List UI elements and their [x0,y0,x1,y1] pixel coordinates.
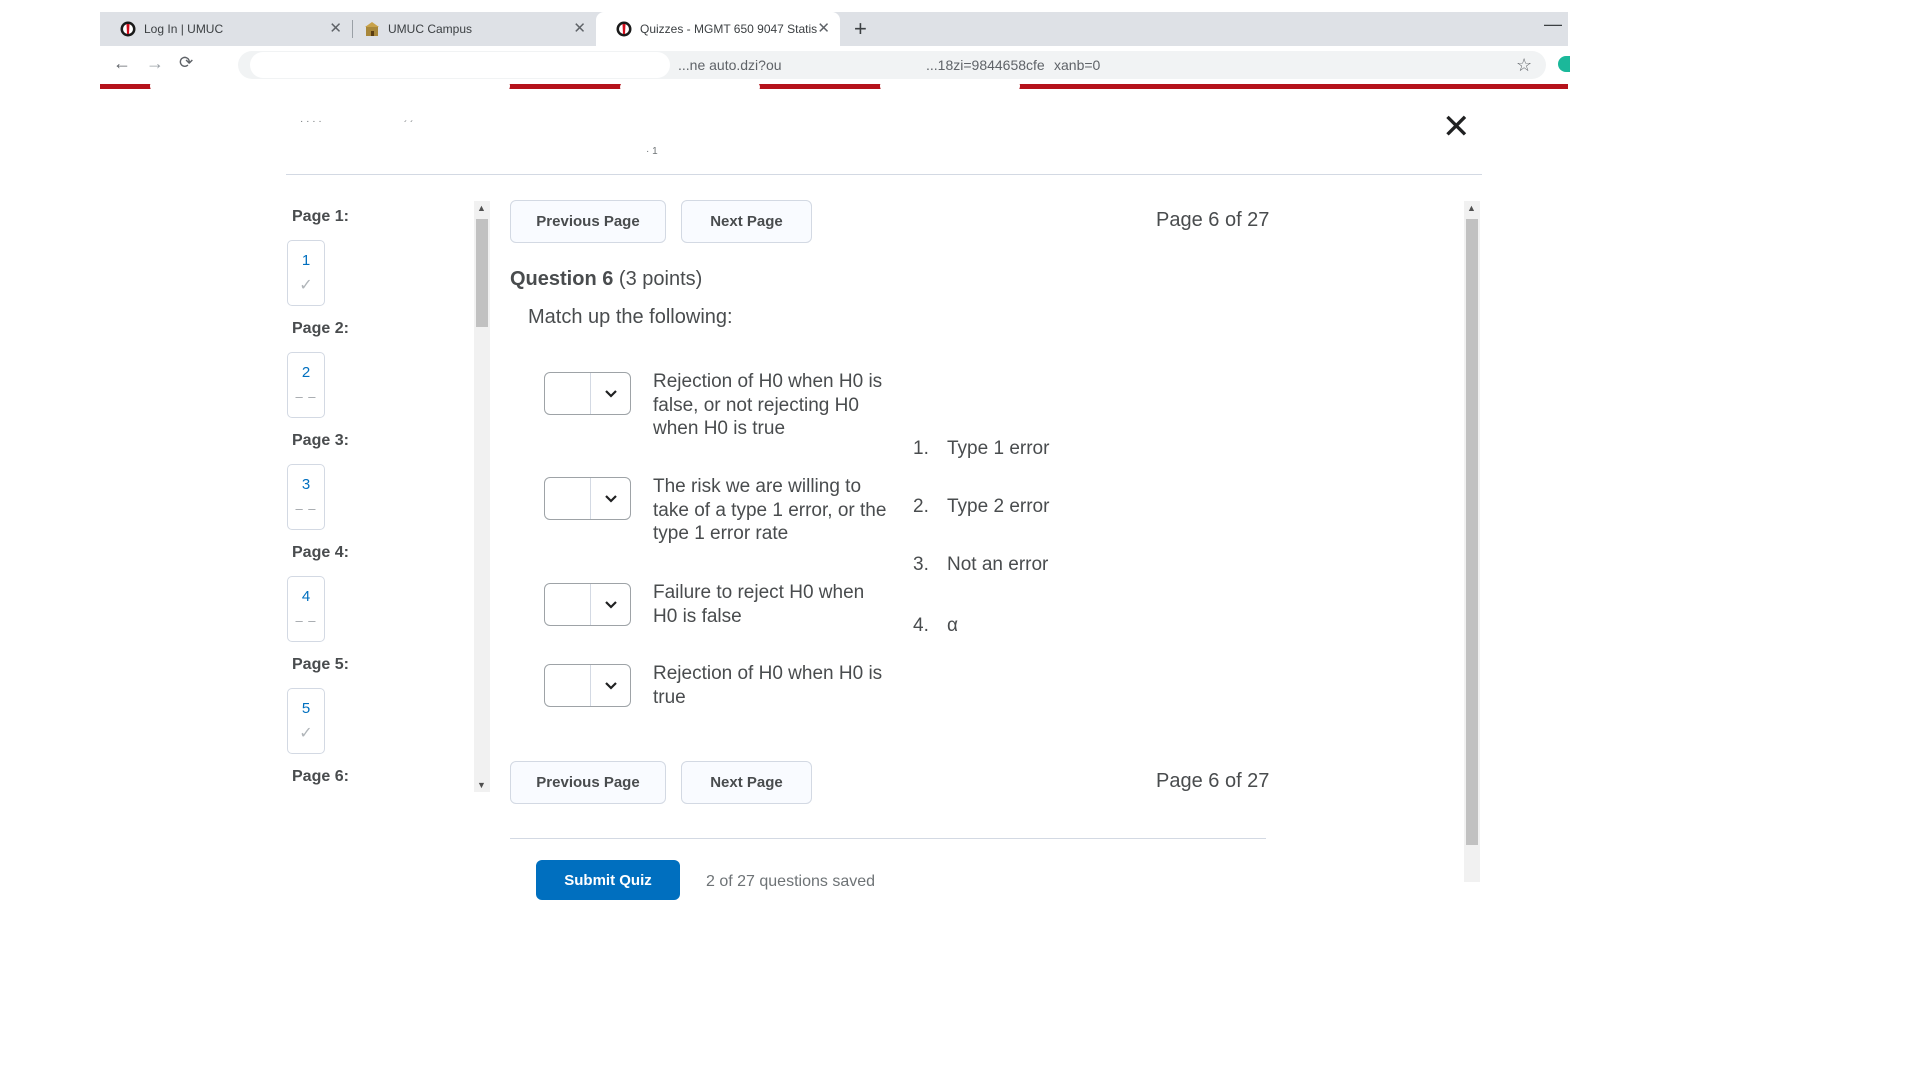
redaction [880,80,1020,92]
new-tab-icon[interactable]: + [854,16,867,42]
previous-page-button[interactable]: Previous Page [510,200,666,243]
page-number: 5 [301,700,311,717]
sidebar-scrollbar[interactable]: ▲ ▼ [474,201,490,792]
choice-item: 3. Not an error [913,554,1048,576]
url-text-end: xanb=0 [1054,57,1101,73]
questions-saved-status: 2 of 27 questions saved [706,873,876,890]
previous-page-button-bottom[interactable]: Previous Page [510,761,666,804]
reload-icon[interactable]: ⟳ [179,53,193,73]
question-prompt: Match up the following: [528,306,733,328]
page-number: 4 [301,588,311,605]
forward-icon[interactable]: → [146,53,164,74]
redaction [620,82,760,92]
tab-title: UMUC Campus [388,22,473,36]
scroll-down-icon[interactable]: ▼ [477,780,486,790]
choice-number: 3. [913,554,929,575]
close-tab-icon[interactable]: ✕ [573,21,586,37]
check-icon: ✓ [299,277,313,294]
url-text: ...ne auto.dzi?ou [678,57,782,73]
chevron-down-icon [590,584,631,625]
tab-campus[interactable]: UMUC Campus ✕ [344,12,596,46]
url-text-mid: ...18zi=9844658cfe [926,57,1045,73]
redaction [250,52,670,78]
sidebar-page-label: Page 5: [292,656,349,673]
question-points: (3 points) [618,268,703,290]
match-dropdown-1[interactable] [544,372,631,415]
tab-title: Log In | UMUC [144,22,224,36]
question-title: Question 6 (3 points) [510,268,702,291]
choice-number: 1. [913,438,929,459]
chevron-down-icon [590,478,631,519]
faded-header-text: ´ ´ [404,120,414,131]
unanswered-dash-icon: – – [295,389,317,404]
back-icon[interactable]: ← [113,53,131,74]
page-number: 2 [301,364,311,381]
faded-header-text: · 1 [646,146,658,157]
choice-number: 2. [913,496,929,517]
redaction [150,80,510,92]
umuc-logo-icon [120,21,136,37]
scroll-up-icon[interactable]: ▲ [1467,203,1476,213]
close-icon[interactable]: ✕ [1442,110,1471,144]
match-statement-1: Rejection of H0 when H0 is false, or not… [653,371,883,439]
match-statement-4: Rejection of H0 when H0 is true [653,663,883,708]
sidebar-page-label: Page 1: [292,208,349,225]
choice-text: α [947,615,958,636]
choice-text: Type 1 error [947,438,1050,459]
close-tab-icon[interactable]: ✕ [817,21,830,37]
choice-number: 4. [913,615,929,636]
page-link-5[interactable]: 5 ✓ [287,688,325,754]
chevron-down-icon [590,665,631,706]
tab-login[interactable]: Log In | UMUC ✕ [100,12,352,46]
scrollbar-thumb[interactable] [1466,219,1478,845]
sidebar-page-label: Page 6: [292,768,349,785]
tab-title: Quizzes - MGMT 650 9047 Statis [640,22,818,36]
umuc-logo-icon [616,21,632,37]
footer-divider [510,838,1266,839]
question-number: Question 6 [510,268,614,290]
close-tab-icon[interactable]: ✕ [329,21,342,37]
header-divider [286,174,1482,175]
next-page-button[interactable]: Next Page [681,200,812,243]
choice-item: 2. Type 2 error [913,496,1049,518]
tab-quizzes[interactable]: Quizzes - MGMT 650 9047 Statis ✕ [596,12,840,46]
match-statement-2: The risk we are willing to take of a typ… [653,476,887,544]
choice-text: Type 2 error [947,496,1050,517]
scrollbar-thumb[interactable] [476,219,488,327]
chevron-down-icon [590,373,631,414]
faded-header-text: · · · · [300,116,322,127]
sidebar-page-label: Page 3: [292,432,349,449]
page-indicator-bottom: Page 6 of 27 [1156,770,1270,792]
page-indicator: Page 6 of 27 [1156,209,1270,231]
page-number: 3 [301,476,311,493]
page-link-2[interactable]: 2 – – [287,352,325,418]
page-link-1[interactable]: 1 ✓ [287,240,325,306]
sidebar-page-label: Page 4: [292,544,349,561]
scroll-up-icon[interactable]: ▲ [477,203,486,213]
choice-item: 1. Type 1 error [913,438,1049,460]
match-dropdown-2[interactable] [544,477,631,520]
choice-text: Not an error [947,554,1049,575]
extension-icon[interactable] [1558,56,1570,72]
match-dropdown-3[interactable] [544,583,631,626]
page-link-3[interactable]: 3 – – [287,464,325,530]
choice-item: 4. α [913,615,958,637]
check-icon: ✓ [299,725,313,742]
unanswered-dash-icon: – – [295,613,317,628]
match-dropdown-4[interactable] [544,664,631,707]
page-link-4[interactable]: 4 – – [287,576,325,642]
campus-building-icon [364,21,380,37]
main-scrollbar[interactable]: ▲ [1464,201,1480,882]
match-statement-3: Failure to reject H0 when H0 is false [653,582,865,627]
unanswered-dash-icon: – – [295,501,317,516]
page-number: 1 [301,252,311,269]
bookmark-star-icon[interactable]: ☆ [1516,55,1532,76]
sidebar-page-label: Page 2: [292,320,349,337]
minimize-window-icon[interactable]: — [1544,14,1562,35]
submit-quiz-button[interactable]: Submit Quiz [536,860,680,900]
next-page-button-bottom[interactable]: Next Page [681,761,812,804]
